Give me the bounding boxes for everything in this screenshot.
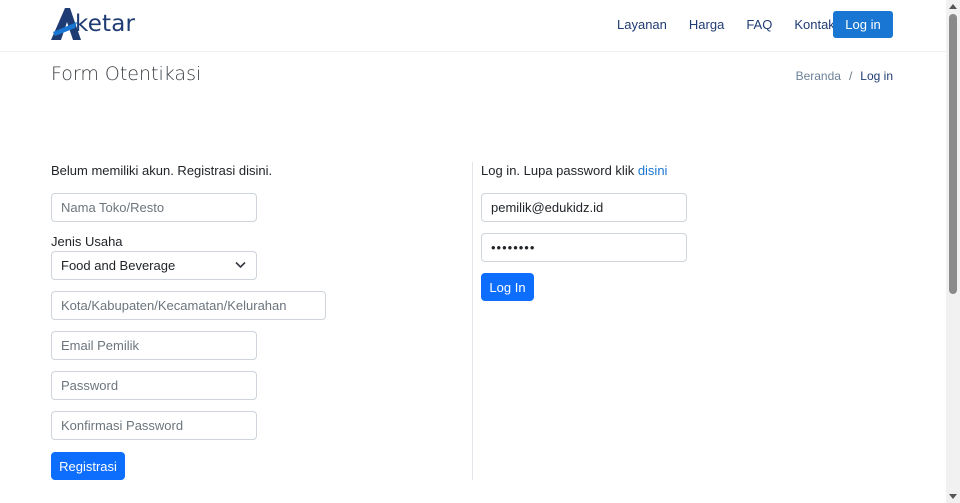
page-scrollbar[interactable] (946, 0, 960, 503)
nav-link-kontak[interactable]: Kontak (794, 17, 834, 32)
login-password-input[interactable]: •••••••• (481, 233, 687, 262)
breadcrumb: Beranda / Log in (796, 69, 893, 83)
location-input[interactable]: Kota/Kabupaten/Kecamatan/Kelurahan (51, 291, 326, 320)
breadcrumb-current: Log in (860, 69, 893, 83)
nav-link-faq[interactable]: FAQ (746, 17, 772, 32)
owner-email-input[interactable]: Email Pemilik (51, 331, 257, 360)
brand-logo[interactable]: ketar (51, 8, 135, 40)
business-type-select[interactable]: Food and Beverage (51, 251, 257, 280)
scrollbar-thumb[interactable] (949, 14, 957, 294)
nav-link-harga[interactable]: Harga (689, 17, 724, 32)
business-type-label: Jenis Usaha (51, 234, 123, 249)
nav-login-button[interactable]: Log in (833, 11, 893, 38)
top-navbar: ketar Layanan Harga FAQ Kontak Log in (0, 0, 946, 52)
register-intro: Belum memiliki akun. Registrasi disini. (51, 163, 273, 178)
page-title: Form Otentikasi (51, 63, 202, 85)
brand-name: ketar (75, 11, 136, 37)
store-name-input[interactable]: Nama Toko/Resto (51, 193, 257, 222)
login-intro-text: Log in. Lupa password klik (481, 163, 638, 178)
column-divider (472, 162, 473, 480)
login-email-input[interactable]: pemilik@edukidz.id (481, 193, 687, 222)
forgot-password-link[interactable]: disini (638, 163, 668, 178)
password-input[interactable]: Password (51, 371, 257, 400)
login-intro: Log in. Lupa password klik disini (481, 163, 667, 178)
business-type-value: Food and Beverage (61, 258, 176, 273)
nav-link-layanan[interactable]: Layanan (617, 17, 667, 32)
nav-links: Layanan Harga FAQ Kontak (600, 0, 835, 48)
chevron-down-icon (235, 261, 246, 269)
confirm-password-input[interactable]: Konfirmasi Password (51, 411, 257, 440)
login-submit-button[interactable]: Log In (481, 273, 534, 301)
register-button[interactable]: Registrasi (51, 452, 125, 480)
scroll-up-arrow-icon[interactable] (949, 4, 957, 9)
breadcrumb-separator: / (848, 69, 853, 83)
scroll-down-arrow-icon[interactable] (949, 494, 957, 499)
breadcrumb-home-link[interactable]: Beranda (796, 69, 841, 83)
